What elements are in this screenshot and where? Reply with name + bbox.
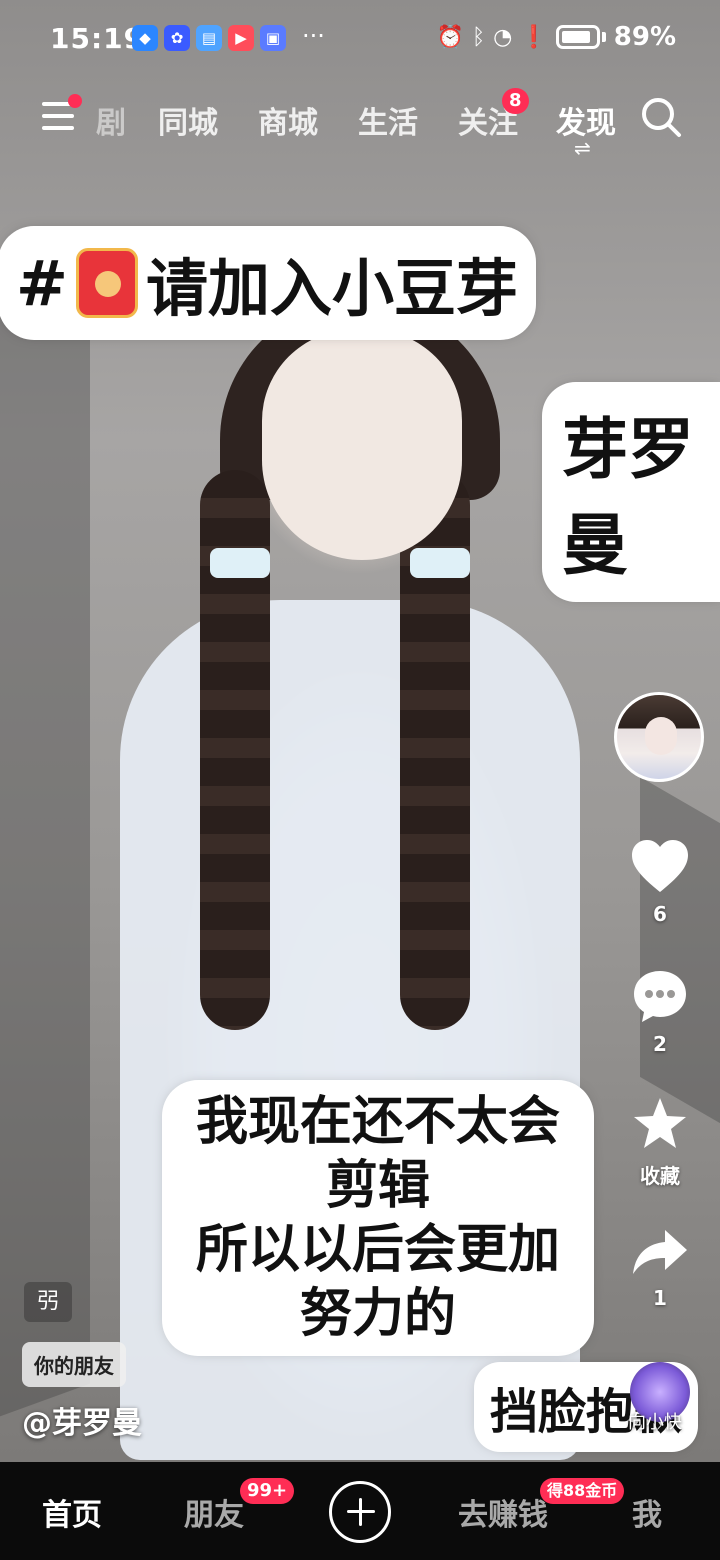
tab-life[interactable]: 生活 [358, 98, 418, 142]
wifi-icon: ◔ [493, 24, 513, 50]
alert-icon: ❗ [520, 24, 548, 50]
red-packet-icon[interactable] [75, 248, 138, 318]
swap-icon[interactable]: ⇌ [574, 136, 591, 160]
like-button[interactable]: 6 [620, 838, 700, 926]
status-time: 15:19 [50, 22, 145, 55]
following-badge: 8 [502, 88, 529, 114]
tab-me[interactable]: 我 [632, 1490, 662, 1534]
music-text: 向小快 [628, 1412, 682, 1433]
friends-badge: 99+ [240, 1478, 295, 1504]
search-icon[interactable] [640, 96, 682, 138]
battery-tip [601, 32, 606, 42]
shield-app-icon: ◆ [132, 25, 158, 51]
contact-app-icon: ▣ [260, 25, 286, 51]
comment-count: 2 [653, 1032, 667, 1056]
tab-home[interactable]: 首页 [42, 1490, 102, 1534]
alarm-icon: ⏰ [436, 24, 464, 50]
share-count: 1 [653, 1286, 667, 1310]
create-button[interactable] [329, 1481, 391, 1543]
battery-percentage: 89% [613, 22, 676, 52]
book-app-icon: ▤ [196, 25, 222, 51]
share-icon [633, 1230, 687, 1274]
status-bar: 15:19 ◆ ✿ ▤ ▶ ▣ ··· ⏰ ᛒ ◔ ❗ 89% [0, 22, 720, 60]
system-status: ⏰ ᛒ ◔ ❗ 89% [437, 22, 676, 52]
tab-local[interactable]: 同城 [158, 98, 218, 142]
author-avatar[interactable] [614, 692, 704, 782]
battery-icon [555, 25, 600, 49]
hashtag-sticker: # 请加入小豆芽 [4, 232, 530, 334]
video-app-icon: ▶ [228, 25, 254, 51]
face-figure [262, 330, 462, 560]
like-count: 6 [653, 902, 667, 926]
bottom-tab-bar: 首页 朋友 99+ 去赚钱 得88金币 我 [0, 1462, 720, 1560]
music-tag[interactable]: 弜 [24, 1282, 72, 1322]
tab-friends[interactable]: 朋友 [184, 1490, 244, 1534]
caption-line-1: 我现在还不太会剪辑 [195, 1092, 560, 1216]
bluetooth-icon: ᛒ [471, 24, 486, 50]
share-button[interactable]: 1 [620, 1226, 700, 1310]
tab-earn[interactable]: 去赚钱 [458, 1490, 548, 1534]
hashtag-text: 请加入小豆芽 [145, 252, 518, 325]
app-icon: ✿ [164, 25, 190, 51]
tab-drama[interactable]: 剧 [96, 98, 126, 142]
more-notifications-icon: ··· [302, 22, 325, 50]
comment-icon [634, 971, 686, 1022]
hair-bow-left [210, 548, 270, 578]
top-nav: 剧 同城 商城 生活 关注 8 发现 ⇌ [0, 88, 720, 160]
comment-button[interactable]: 2 [620, 968, 700, 1056]
favorite-label: 收藏 [640, 1164, 680, 1188]
menu-icon[interactable] [42, 102, 74, 130]
author-name[interactable]: @芽罗曼 [22, 1398, 142, 1442]
friend-tag: 你的朋友 [22, 1342, 126, 1387]
favorite-button[interactable]: 收藏 [620, 1096, 700, 1189]
tab-mall[interactable]: 商城 [258, 98, 318, 142]
notification-icons: ◆ ✿ ▤ ▶ ▣ [132, 25, 286, 51]
heart-icon [632, 840, 688, 892]
name-sticker: 芽罗曼 [548, 388, 720, 596]
hashtag-symbol: # [16, 246, 68, 320]
earn-badge: 得88金币 [540, 1478, 625, 1504]
hair-bow-right [410, 548, 470, 578]
star-icon [634, 1098, 686, 1148]
avatar-face [645, 717, 677, 755]
menu-notification-dot [68, 94, 82, 108]
caption-line-2: 所以以后会更加努力的 [195, 1220, 560, 1344]
caption-sticker: 我现在还不太会剪辑 所以以后会更加努力的 [168, 1086, 588, 1350]
